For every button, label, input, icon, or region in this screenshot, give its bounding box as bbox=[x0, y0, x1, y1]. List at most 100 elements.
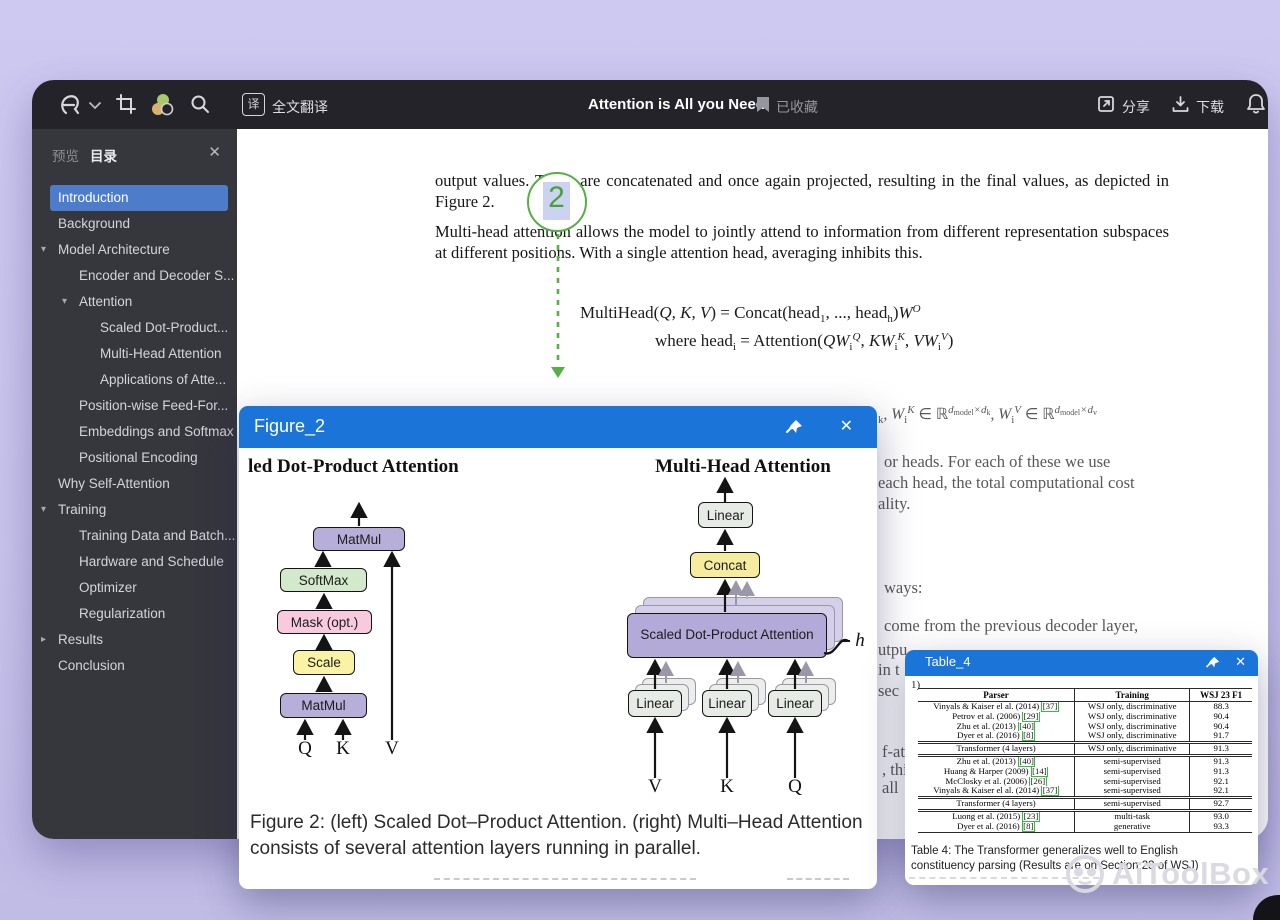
k-label: K bbox=[715, 776, 739, 798]
parser-cell: Petrov et al. (2006)[29] bbox=[918, 712, 1074, 722]
citation-link[interactable]: [23] bbox=[1022, 812, 1040, 822]
table4-titlebar[interactable]: Table_4 ✕ bbox=[905, 650, 1258, 676]
sidebar-item-multi-head-attention[interactable]: Multi-Head Attention bbox=[50, 341, 228, 367]
figure-reference-marker[interactable]: 2 bbox=[527, 172, 587, 232]
f1-cell: 91.3 bbox=[1189, 744, 1252, 754]
doc-text-fragment: come from the previous decoder layer, bbox=[884, 616, 1138, 636]
sidebar-item-results[interactable]: ▸Results bbox=[50, 627, 228, 653]
citation-link[interactable]: [8] bbox=[1022, 822, 1035, 832]
share-label[interactable]: 分享 bbox=[1122, 97, 1150, 117]
sidebar-item-label: Training bbox=[58, 502, 106, 517]
citation-link[interactable]: [26] bbox=[1029, 777, 1047, 787]
sidebar-item-position-wise-feed-for[interactable]: Position-wise Feed-For... bbox=[50, 393, 228, 419]
formula-segment: , ..., head bbox=[825, 303, 887, 322]
doc-text-fragment: or heads. For each of these we use bbox=[884, 452, 1110, 472]
caret-down-icon[interactable]: ▾ bbox=[41, 497, 46, 523]
sidebar-item-encoder-and-decoder-s[interactable]: Encoder and Decoder S... bbox=[50, 263, 228, 289]
notification-bell-icon[interactable] bbox=[1246, 93, 1266, 115]
sidebar-item-positional-encoding[interactable]: Positional Encoding bbox=[50, 445, 228, 471]
sidebar-item-introduction[interactable]: Introduction bbox=[50, 185, 228, 211]
clipped-content-dashes bbox=[787, 878, 849, 880]
doc-text-fragment: in t bbox=[878, 660, 900, 680]
bookmarked-label[interactable]: 已收藏 bbox=[776, 97, 818, 117]
citation-link[interactable]: [37] bbox=[1041, 786, 1059, 796]
paper-title: Attention is All you Need bbox=[588, 96, 765, 113]
page-background: 译 全文翻译 Attention is All you Need 已收藏 分享 … bbox=[0, 0, 1280, 920]
tab-preview[interactable]: 预览 bbox=[52, 145, 79, 165]
sidebar-item-hardware-and-schedule[interactable]: Hardware and Schedule bbox=[50, 549, 228, 575]
watermark: AiToolBox bbox=[1064, 853, 1269, 895]
toc-list: Introduction Background ▾Model Architectur… bbox=[50, 185, 228, 679]
sidebar-item-label: Background bbox=[58, 216, 130, 231]
formula-segment: where head bbox=[655, 331, 733, 350]
sidebar-item-optimizer[interactable]: Optimizer bbox=[50, 575, 228, 601]
matmul-top-box: MatMul bbox=[313, 527, 405, 551]
search-icon[interactable] bbox=[190, 94, 210, 114]
formula-segment: ×d bbox=[974, 404, 987, 416]
sidebar-item-regularization[interactable]: Regularization bbox=[50, 601, 228, 627]
sidebar-item-label: Why Self-Attention bbox=[58, 476, 170, 491]
sidebar-item-label: Encoder and Decoder S... bbox=[79, 268, 234, 283]
translate-icon[interactable]: 译 bbox=[242, 93, 265, 116]
doc-text-fragment: sec bbox=[878, 681, 899, 701]
figure-caption: Figure 2: (left) Scaled Dot–Product Atte… bbox=[250, 810, 864, 862]
parser-cell: Zhu et al. (2013)[40] bbox=[918, 722, 1074, 732]
v-label: V bbox=[643, 776, 667, 798]
sidebar-item-why-self-attention[interactable]: Why Self-Attention bbox=[50, 471, 228, 497]
share-icon[interactable] bbox=[1098, 96, 1115, 113]
training-cell: multi-task bbox=[1074, 812, 1189, 822]
sidebar-item-training[interactable]: ▾Training bbox=[50, 497, 228, 523]
sidebar-item-background[interactable]: Background bbox=[50, 211, 228, 237]
clipped-content-dashes bbox=[434, 878, 696, 880]
sidebar-panel: 预览 目录 ✕ Introduction Background ▾Model Arc… bbox=[32, 129, 237, 839]
v-label: V bbox=[380, 738, 404, 760]
f1-cell: 93.0 bbox=[1189, 812, 1252, 822]
figure2-titlebar[interactable]: Figure_2 ✕ bbox=[239, 406, 877, 448]
sidebar-item-embeddings-and-softmax[interactable]: Embeddings and Softmax bbox=[50, 419, 228, 445]
formula-segment: ) bbox=[948, 331, 954, 350]
training-cell: WSJ only, discriminative bbox=[1074, 731, 1189, 741]
citation-link[interactable]: [29] bbox=[1022, 712, 1040, 722]
sidebar-item-applications-of-atte[interactable]: Applications of Atte... bbox=[50, 367, 228, 393]
citation-link[interactable]: [37] bbox=[1041, 702, 1059, 712]
citation-link[interactable]: [14] bbox=[1031, 767, 1049, 777]
crop-icon[interactable] bbox=[116, 94, 136, 114]
app-logo-icon[interactable] bbox=[58, 92, 84, 118]
doc-text-fragment: f-at bbox=[882, 742, 905, 762]
formula-segment: MultiHead( bbox=[580, 303, 659, 322]
parser-cell: Dyer et al. (2016)[8] bbox=[918, 822, 1074, 832]
caret-right-icon[interactable]: ▸ bbox=[41, 627, 46, 653]
f1-cell: 90.4 bbox=[1189, 712, 1252, 722]
pin-icon[interactable] bbox=[786, 419, 804, 435]
download-icon[interactable] bbox=[1172, 96, 1189, 113]
sidebar-item-conclusion[interactable]: Conclusion bbox=[50, 653, 228, 679]
sidebar-close-icon[interactable]: ✕ bbox=[208, 143, 221, 161]
sidebar-item-model-architecture[interactable]: ▾Model Architecture bbox=[50, 237, 228, 263]
citation-link[interactable]: [8] bbox=[1022, 731, 1035, 741]
citation-link[interactable]: [40] bbox=[1018, 757, 1036, 767]
sidebar-item-scaled-dot-product[interactable]: Scaled Dot-Product... bbox=[50, 315, 228, 341]
sidebar-item-label: Conclusion bbox=[58, 658, 125, 673]
close-icon[interactable]: ✕ bbox=[840, 416, 853, 436]
sidebar-item-attention[interactable]: ▾Attention bbox=[50, 289, 228, 315]
sidebar-item-training-data-and-batch[interactable]: Training Data and Batch... bbox=[50, 523, 228, 549]
table-row: Zhu et al. (2013)[40]semi-supervised91.3 bbox=[918, 757, 1252, 767]
citation-link[interactable]: [40] bbox=[1018, 722, 1036, 732]
bookmark-icon[interactable] bbox=[756, 96, 770, 113]
table-row: Petrov et al. (2006)[29]WSJ only, discri… bbox=[918, 712, 1252, 722]
top-toolbar: 译 全文翻译 Attention is All you Need 已收藏 分享 … bbox=[32, 80, 1268, 129]
chevron-down-icon[interactable] bbox=[89, 102, 101, 110]
sidebar-item-label: Embeddings and Softmax bbox=[79, 424, 234, 439]
pin-icon[interactable] bbox=[1206, 656, 1221, 669]
download-label[interactable]: 下载 bbox=[1196, 97, 1224, 117]
parser-cell: McClosky et al. (2006)[26] bbox=[918, 777, 1074, 787]
close-icon[interactable]: ✕ bbox=[1235, 654, 1246, 670]
caret-down-icon[interactable]: ▾ bbox=[41, 237, 46, 263]
formula-multihead: MultiHead(Q, K, V) = Concat(head1, ..., … bbox=[580, 303, 921, 325]
column-header: Training bbox=[1074, 689, 1189, 701]
highlight-palette-icon[interactable] bbox=[150, 92, 176, 118]
tab-toc[interactable]: 目录 bbox=[90, 145, 117, 165]
caret-down-icon[interactable]: ▾ bbox=[62, 289, 67, 315]
translate-label[interactable]: 全文翻译 bbox=[272, 97, 328, 117]
formula-segment: ∈ ℝ bbox=[915, 406, 949, 423]
